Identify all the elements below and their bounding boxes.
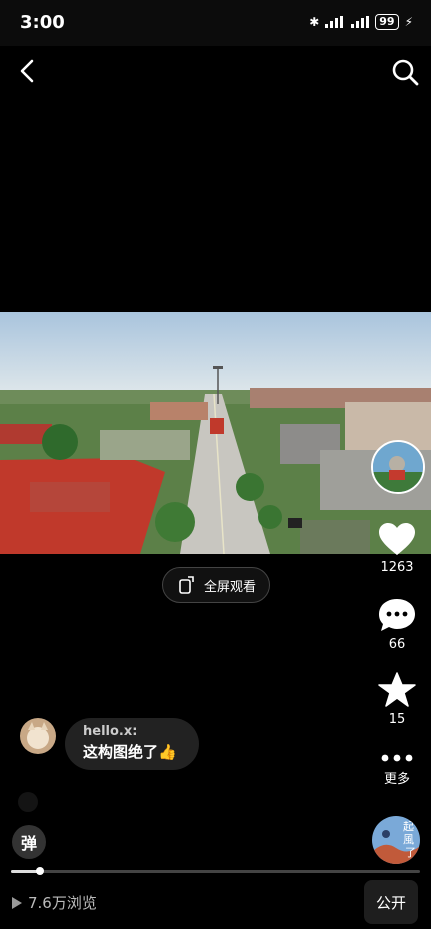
music-cover-image: 起 風 了 <box>372 816 420 864</box>
public-label: 公开 <box>375 893 406 912</box>
back-button[interactable] <box>14 56 44 86</box>
top-nav <box>0 46 431 96</box>
search-button[interactable] <box>389 56 421 88</box>
star-icon <box>378 672 416 707</box>
comment-count: 66 <box>388 637 406 652</box>
playback-progress-bar[interactable] <box>11 867 420 875</box>
signal-icon-2 <box>351 16 370 28</box>
cat-avatar-image <box>20 718 56 754</box>
like-count: 1263 <box>380 560 414 575</box>
creator-avatar-image <box>373 442 423 492</box>
more-label: 更多 <box>383 772 410 787</box>
more-icon <box>381 754 413 762</box>
svg-text:起: 起 <box>403 820 414 833</box>
view-count: 7.6万浏览 <box>12 892 97 913</box>
comment-username: hello.x: <box>83 724 138 739</box>
charging-icon: ⚡ <box>404 15 413 29</box>
svg-text:風: 風 <box>403 833 414 846</box>
danmu-toggle-button[interactable]: 弹 <box>12 825 46 859</box>
bluetooth-icon: ✱ <box>309 15 320 29</box>
favorite-count: 15 <box>388 712 406 727</box>
creator-avatar[interactable] <box>371 440 425 494</box>
commenter-avatar[interactable] <box>20 718 56 754</box>
rotate-screen-icon <box>179 576 194 594</box>
heart-icon <box>379 523 415 555</box>
status-icons: ✱ 99 ⚡ <box>309 14 413 30</box>
video-player[interactable] <box>0 312 431 554</box>
fullscreen-label: 全屏观看 <box>203 579 256 595</box>
comment-icon <box>379 599 415 631</box>
music-avatar[interactable]: 起 風 了 <box>372 816 420 864</box>
status-bar: 3:00 ✱ 99 ⚡ <box>0 0 431 46</box>
comment-action[interactable]: 66 <box>368 597 426 652</box>
like-action[interactable]: 1263 <box>368 522 426 575</box>
faint-avatar <box>18 792 38 812</box>
battery-indicator: 99 <box>375 14 399 30</box>
favorite-action[interactable]: 15 <box>368 672 426 727</box>
status-time: 3:00 <box>20 12 65 33</box>
view-count-label: 7.6万浏览 <box>28 894 97 912</box>
comment-bubble[interactable]: hello.x: 这构图绝了👍 <box>65 718 199 770</box>
danmu-label: 弹 <box>20 834 37 853</box>
play-icon <box>12 896 22 909</box>
svg-text:了: 了 <box>405 846 416 859</box>
visibility-public-button[interactable]: 公开 <box>364 880 418 924</box>
signal-icon <box>325 16 344 28</box>
playback-progress-knob[interactable] <box>35 867 44 875</box>
more-action[interactable]: 更多 <box>368 752 426 787</box>
aerial-town-video-frame <box>0 312 431 554</box>
comment-text: 这构图绝了👍 <box>83 743 177 761</box>
fullscreen-button[interactable]: 全屏观看 <box>162 567 270 603</box>
